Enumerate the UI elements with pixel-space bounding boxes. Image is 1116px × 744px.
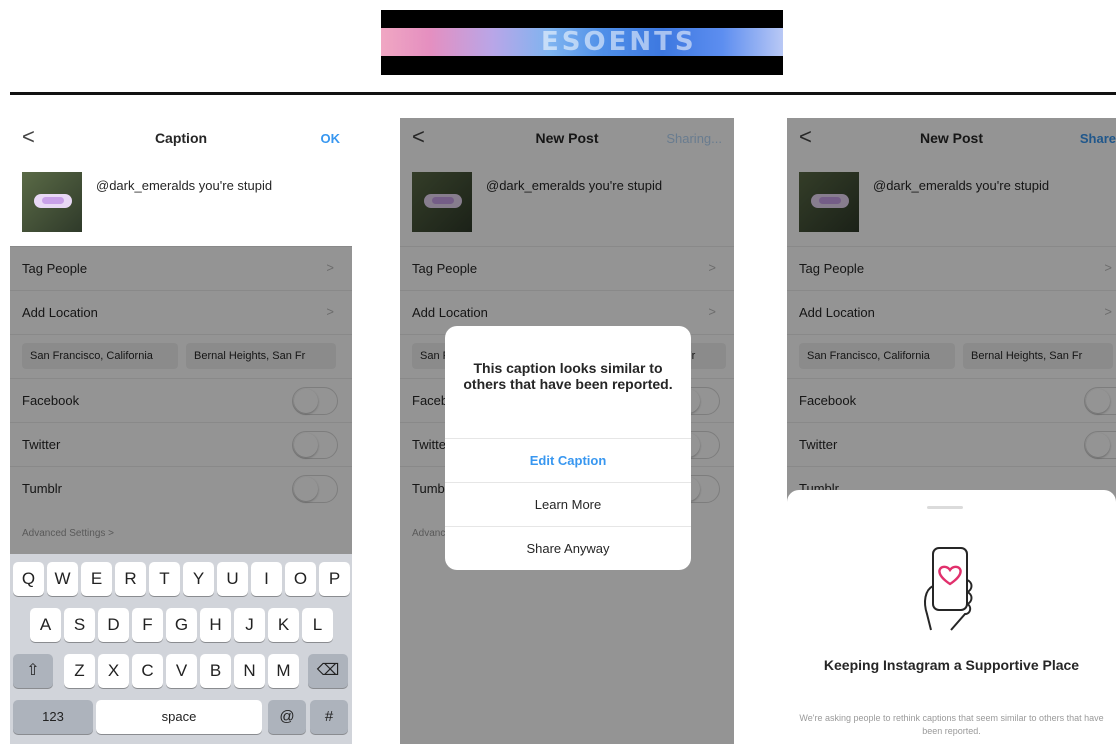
- key-i[interactable]: I: [251, 562, 282, 596]
- sheet-title: Keeping Instagram a Supportive Place: [823, 657, 1080, 673]
- banner-text: ESOENTS: [541, 27, 697, 57]
- backspace-key[interactable]: ⌫: [308, 654, 348, 688]
- key-g[interactable]: G: [166, 608, 197, 642]
- phone-heart-icon: [924, 547, 973, 631]
- banner-image: ESOENTS: [381, 10, 783, 75]
- key-u[interactable]: U: [217, 562, 248, 596]
- nav-bar: < Caption OK: [10, 118, 352, 160]
- post-thumbnail: [22, 172, 82, 232]
- numbers-key[interactable]: 123: [13, 700, 93, 734]
- sheet-grabber[interactable]: [927, 506, 963, 509]
- at-key[interactable]: @: [268, 700, 306, 734]
- key-x[interactable]: X: [98, 654, 129, 688]
- key-t[interactable]: T: [149, 562, 180, 596]
- key-y[interactable]: Y: [183, 562, 214, 596]
- key-w[interactable]: W: [47, 562, 78, 596]
- divider-line: [10, 92, 1116, 95]
- key-l[interactable]: L: [302, 608, 333, 642]
- learn-more-button[interactable]: Learn More: [445, 482, 691, 526]
- share-anyway-button[interactable]: Share Anyway: [445, 526, 691, 570]
- nav-title: Caption: [154, 130, 208, 146]
- key-q[interactable]: Q: [13, 562, 44, 596]
- key-b[interactable]: B: [200, 654, 231, 688]
- sheet-body: We're asking people to rethink captions …: [799, 713, 1104, 736]
- key-m[interactable]: M: [268, 654, 299, 688]
- key-n[interactable]: N: [234, 654, 265, 688]
- caption-row[interactable]: @dark_emeralds you're stupid: [10, 160, 352, 246]
- hash-key[interactable]: #: [310, 700, 348, 734]
- key-z[interactable]: Z: [64, 654, 95, 688]
- screen-caption: < Caption OK @dark_emeralds you're stupi…: [10, 118, 352, 744]
- supportive-place-sheet: Keeping Instagram a Supportive Place We'…: [787, 490, 1116, 744]
- screen-new-post-alert: < New Post Sharing... @dark_emeralds you…: [400, 118, 734, 744]
- key-k[interactable]: K: [268, 608, 299, 642]
- keyboard: Q W E R T Y U I O P A S D F G H J K L ⇧ …: [10, 554, 352, 744]
- key-o[interactable]: O: [285, 562, 316, 596]
- key-j[interactable]: J: [234, 608, 265, 642]
- key-d[interactable]: D: [98, 608, 129, 642]
- key-v[interactable]: V: [166, 654, 197, 688]
- key-r[interactable]: R: [115, 562, 146, 596]
- key-p[interactable]: P: [319, 562, 350, 596]
- key-e[interactable]: E: [81, 562, 112, 596]
- space-key[interactable]: space: [96, 700, 262, 734]
- key-c[interactable]: C: [132, 654, 163, 688]
- ok-button[interactable]: OK: [321, 131, 341, 146]
- caption-input[interactable]: @dark_emeralds you're stupid: [96, 178, 272, 193]
- key-a[interactable]: A: [30, 608, 61, 642]
- key-s[interactable]: S: [64, 608, 95, 642]
- caption-warning-dialog: This caption looks similar to others tha…: [445, 326, 691, 570]
- edit-caption-button[interactable]: Edit Caption: [445, 438, 691, 482]
- shift-key[interactable]: ⇧: [13, 654, 53, 688]
- key-h[interactable]: H: [200, 608, 231, 642]
- key-f[interactable]: F: [132, 608, 163, 642]
- screen-new-post-sheet: < New Post Share @dark_emeralds you're s…: [787, 118, 1116, 744]
- warning-message: This caption looks similar to others tha…: [463, 360, 673, 392]
